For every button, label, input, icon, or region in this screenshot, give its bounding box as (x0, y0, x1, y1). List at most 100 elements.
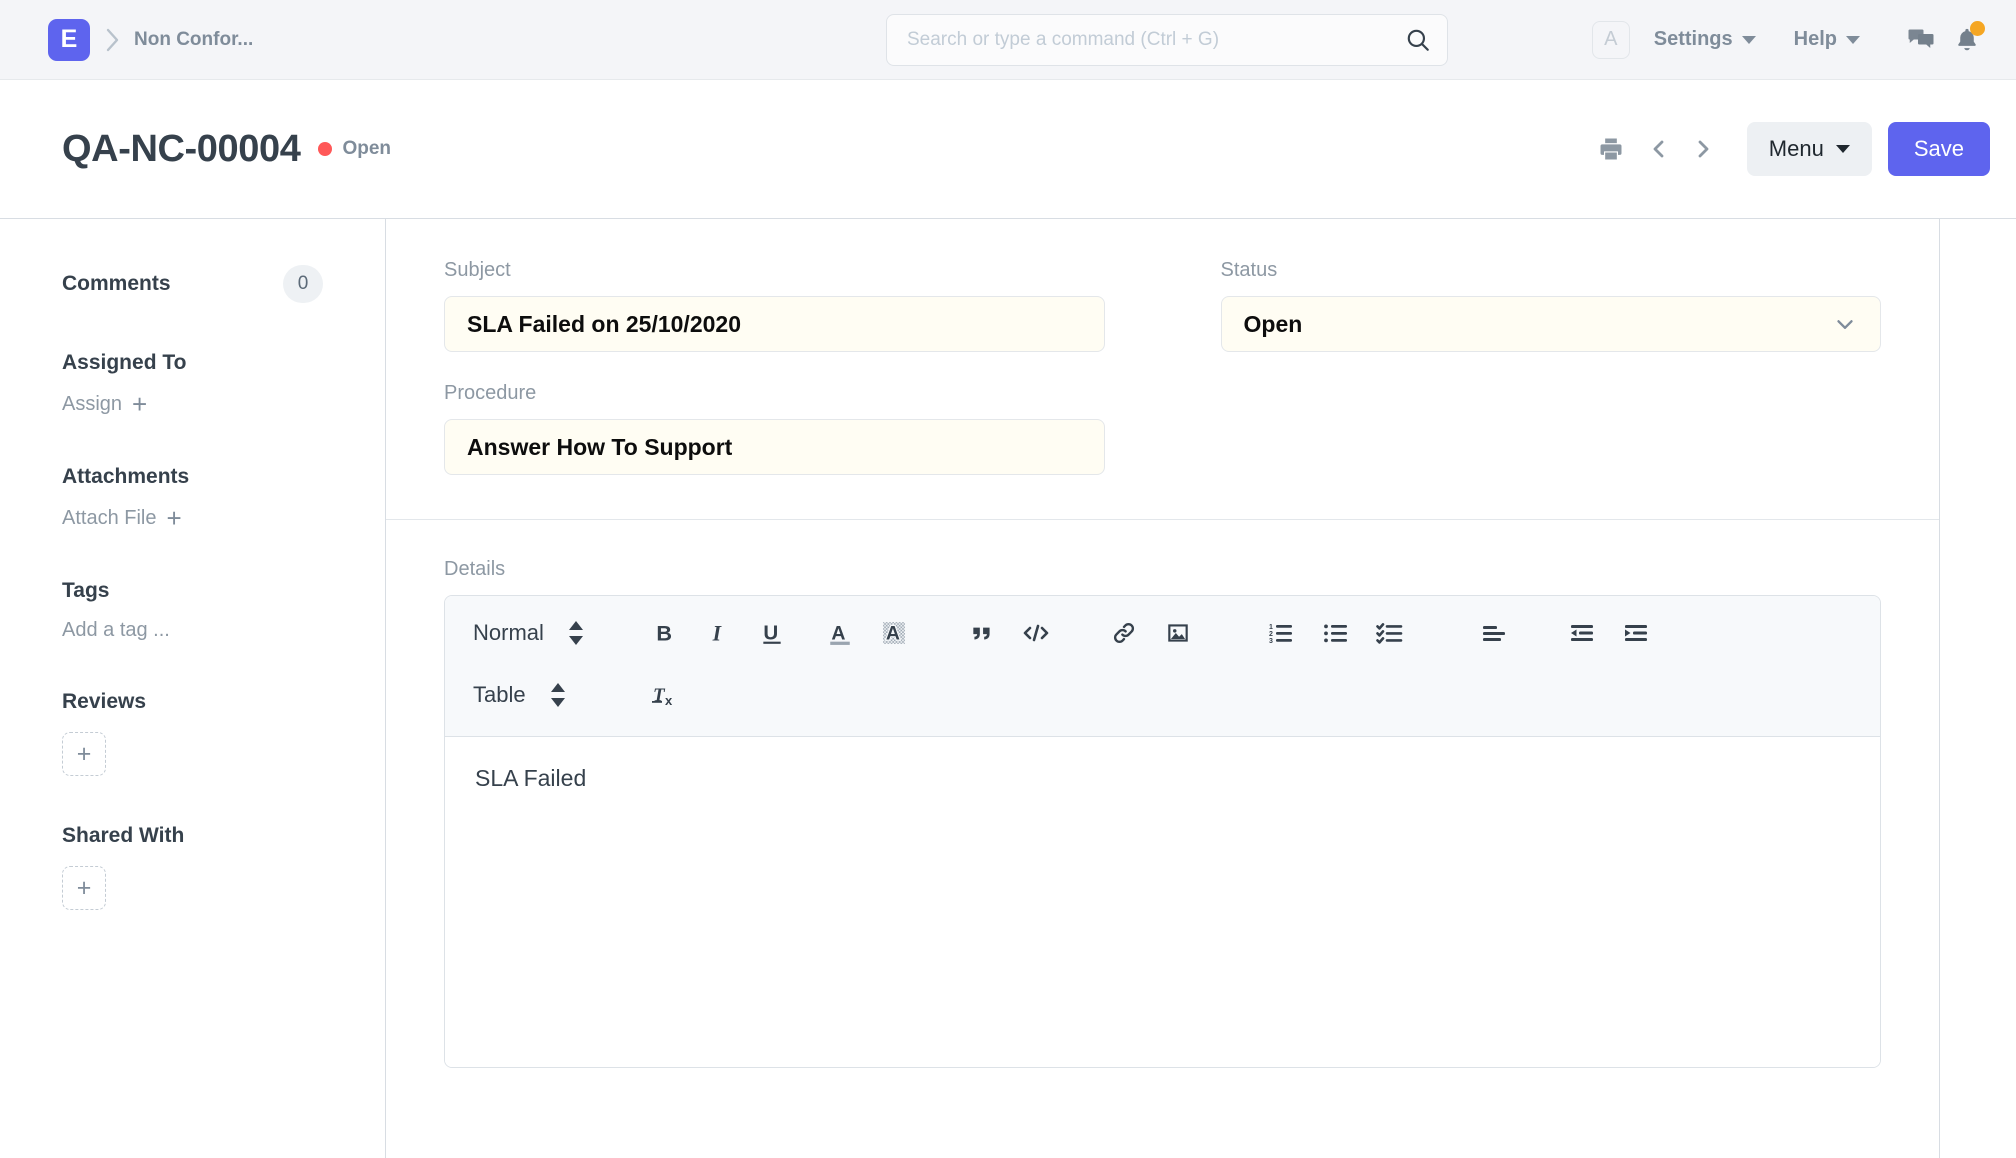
code-button[interactable] (1009, 611, 1063, 655)
sidebar-section-tags: Tags Add a tag ... (62, 579, 323, 642)
assigned-to-label: Assigned To (62, 351, 187, 374)
chevron-right-icon[interactable] (1681, 127, 1725, 171)
navbar: E Non Confor... A Settings Help (0, 0, 2016, 80)
settings-dropdown[interactable]: Settings (1654, 28, 1756, 51)
indent-button[interactable] (1609, 611, 1663, 655)
menu-label: Menu (1768, 136, 1824, 161)
svg-text:3: 3 (1269, 638, 1273, 645)
page-body: Comments 0 Assigned To Assign + Attachme… (0, 219, 2016, 1158)
plus-icon: + (166, 503, 182, 533)
sort-arrows-icon (568, 621, 584, 645)
shared-with-label: Shared With (62, 824, 185, 847)
font-color-button[interactable]: A (813, 611, 867, 655)
align-left-button[interactable] (1467, 611, 1521, 655)
attachments-label: Attachments (62, 465, 190, 488)
app-logo[interactable]: E (48, 18, 90, 61)
add-shared-user-button[interactable]: + (62, 866, 106, 910)
chevron-down-icon (1846, 35, 1860, 44)
sidebar-section-shared-with: Shared With + (62, 824, 323, 910)
subject-label: Subject (444, 259, 511, 281)
blockquote-button[interactable] (955, 611, 1009, 655)
bell-icon[interactable] (1944, 17, 1990, 63)
status-select-value: Open (1243, 310, 1303, 337)
svg-text:1: 1 (1269, 624, 1273, 631)
field-subject: Subject SLA Failed on 25/10/2020 (444, 259, 1105, 352)
sidebar-section-comments: Comments 0 (62, 265, 323, 303)
tags-label: Tags (62, 579, 110, 602)
text-style-select[interactable]: Normal (463, 620, 623, 646)
menu-button[interactable]: Menu (1746, 122, 1872, 176)
svg-text:2: 2 (1269, 631, 1273, 638)
chevron-right-icon (90, 20, 134, 60)
svg-text:I: I (712, 622, 723, 646)
svg-text:x: x (665, 693, 673, 708)
chevron-left-icon[interactable] (1637, 127, 1681, 171)
sidebar-section-assigned-to: Assigned To Assign + (62, 351, 323, 417)
save-button[interactable]: Save (1887, 122, 1990, 176)
bullet-list-button[interactable] (1309, 611, 1363, 655)
sidebar-section-reviews: Reviews + (62, 690, 323, 776)
chevron-down-icon (1835, 145, 1850, 153)
notification-badge (1970, 20, 1985, 36)
outdent-button[interactable] (1555, 611, 1609, 655)
svg-text:U: U (763, 622, 778, 645)
rich-text-editor: Normal B I U A A 1 2 3 Table T x SLA Fai… (444, 595, 1881, 1068)
assign-button[interactable]: Assign + (62, 391, 323, 417)
text-style-value: Normal (473, 620, 544, 645)
background-color-button[interactable]: A (867, 611, 921, 655)
bold-button[interactable]: B (637, 611, 691, 655)
status-badge: Open (318, 138, 391, 160)
editor-toolbar: Normal B I U A A 1 2 3 Table T x (445, 596, 1880, 737)
table-select[interactable]: Table (463, 682, 623, 708)
navbar-right: A Settings Help (1591, 17, 1990, 63)
checklist-button[interactable] (1363, 611, 1417, 655)
search-icon[interactable] (1405, 27, 1431, 53)
details-section: Details Normal B I U A A 1 2 3 Table T x… (386, 520, 1939, 1068)
procedure-label: Procedure (444, 382, 537, 404)
search-box[interactable] (886, 13, 1448, 66)
subject-input[interactable]: SLA Failed on 25/10/2020 (444, 296, 1105, 352)
page-actions: Menu Save (1589, 122, 1990, 176)
search-input[interactable] (907, 28, 1405, 51)
breadcrumb[interactable]: Non Confor... (134, 29, 253, 51)
chevron-down-icon (1741, 35, 1756, 44)
sidebar-section-attachments: Attachments Attach File + (62, 465, 323, 531)
sidebar: Comments 0 Assigned To Assign + Attachme… (0, 219, 386, 1158)
field-procedure: Procedure Answer How To Support (444, 382, 1105, 475)
status-label: Open (342, 138, 392, 159)
attach-file-button[interactable]: Attach File + (62, 505, 323, 531)
add-review-button[interactable]: + (62, 732, 106, 776)
ordered-list-button[interactable]: 1 2 3 (1255, 611, 1309, 655)
clear-formatting-button[interactable]: T x (637, 673, 691, 717)
details-label: Details (444, 558, 506, 580)
italic-button[interactable]: I (691, 611, 745, 655)
image-button[interactable] (1151, 611, 1205, 655)
link-button[interactable] (1097, 611, 1151, 655)
attach-file-label: Attach File (62, 506, 157, 529)
avatar[interactable]: A (1591, 20, 1630, 59)
settings-label: Settings (1653, 28, 1733, 50)
record-navigation (1637, 127, 1725, 171)
chevron-down-icon (1832, 311, 1858, 337)
chat-icon[interactable] (1898, 17, 1944, 63)
sort-arrows-icon (550, 683, 566, 707)
form-section-primary: Subject SLA Failed on 25/10/2020 Procedu… (386, 219, 1939, 520)
status-select[interactable]: Open (1220, 296, 1881, 352)
page-header: QA-NC-00004 Open Menu Save (0, 80, 2016, 219)
print-icon[interactable] (1589, 127, 1633, 171)
page-title: QA-NC-00004 (62, 127, 301, 170)
help-dropdown[interactable]: Help (1794, 28, 1860, 51)
underline-button[interactable]: U (745, 611, 799, 655)
main-content: Subject SLA Failed on 25/10/2020 Procedu… (386, 219, 1940, 1158)
reviews-label: Reviews (62, 690, 147, 713)
comments-count: 0 (283, 265, 323, 303)
procedure-input[interactable]: Answer How To Support (444, 419, 1105, 475)
details-editor-content[interactable]: SLA Failed (445, 737, 1880, 1067)
form-column-left: Subject SLA Failed on 25/10/2020 Procedu… (386, 259, 1163, 475)
svg-text:B: B (656, 621, 672, 646)
form-column-right: Status Open (1163, 259, 1940, 475)
add-tag-input[interactable]: Add a tag ... (62, 619, 323, 642)
status-dot-icon (318, 142, 333, 156)
assign-label: Assign (62, 392, 123, 415)
plus-icon: + (132, 389, 148, 419)
